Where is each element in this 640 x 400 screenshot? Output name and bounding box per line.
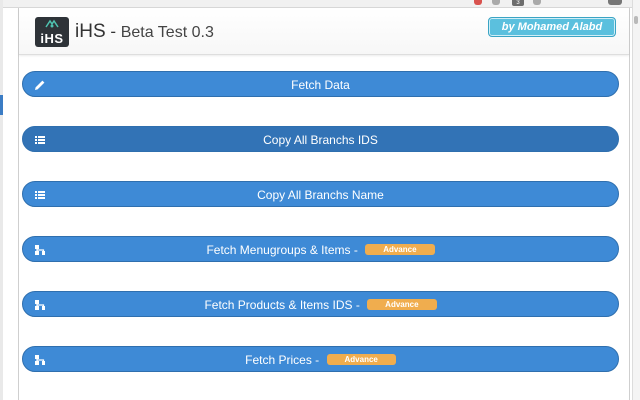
- list-icon: [35, 191, 45, 199]
- sitemap-icon: [35, 355, 45, 365]
- logo-text: iHS: [40, 31, 64, 46]
- advance-badge: Advance: [367, 299, 437, 311]
- page-background-edge: [0, 0, 3, 400]
- fetch-products-button[interactable]: Fetch Products & Items IDS - Advance: [22, 291, 619, 317]
- browser-toolbar-edge: 3: [0, 0, 640, 8]
- sitemap-icon: [35, 245, 45, 255]
- copy-branch-names-button[interactable]: Copy All Branchs Name: [22, 181, 619, 207]
- app-name: iHS: [75, 21, 106, 42]
- pencil-icon: [35, 80, 45, 90]
- advance-badge: Advance: [365, 244, 435, 256]
- button-label: Fetch Products & Items IDS -: [204, 298, 364, 312]
- logo-mark-icon: [45, 19, 59, 28]
- app-logo: iHS: [35, 17, 69, 47]
- button-label: Copy All Branchs Name: [257, 188, 384, 202]
- copy-branch-ids-button[interactable]: Copy All Branchs IDS: [22, 126, 619, 152]
- button-label: Fetch Data: [291, 78, 350, 92]
- page-scrollbar[interactable]: [632, 0, 640, 400]
- list-icon: [35, 136, 45, 144]
- extension-icon[interactable]: [533, 0, 541, 5]
- button-label: Copy All Branchs IDS: [263, 133, 378, 147]
- popup-header: iHS iHS - Beta Test 0.3 by Mohamed Alabd: [19, 8, 629, 55]
- button-label: Fetch Menugroups & Items -: [206, 243, 362, 257]
- extension-icon[interactable]: [492, 0, 500, 5]
- extension-icon[interactable]: [608, 0, 622, 5]
- extension-icon[interactable]: [474, 0, 482, 5]
- version-label: Beta Test 0.3: [120, 24, 214, 41]
- title-separator: -: [105, 22, 121, 41]
- scrollbar-thumb[interactable]: [634, 16, 638, 24]
- extension-badge-count: 3: [512, 0, 524, 6]
- button-label: Fetch Prices -: [245, 353, 323, 367]
- page-title: iHS - Beta Test 0.3: [75, 21, 214, 43]
- fetch-prices-button[interactable]: Fetch Prices - Advance: [22, 346, 619, 372]
- author-badge: by Mohamed Alabd: [488, 17, 616, 37]
- sitemap-icon: [35, 300, 45, 310]
- extension-popup: iHS iHS - Beta Test 0.3 by Mohamed Alabd…: [18, 8, 630, 400]
- page-background-accent: [0, 95, 3, 115]
- fetch-menugroups-button[interactable]: Fetch Menugroups & Items - Advance: [22, 236, 619, 262]
- advance-badge: Advance: [326, 354, 396, 366]
- fetch-data-button[interactable]: Fetch Data: [22, 71, 619, 97]
